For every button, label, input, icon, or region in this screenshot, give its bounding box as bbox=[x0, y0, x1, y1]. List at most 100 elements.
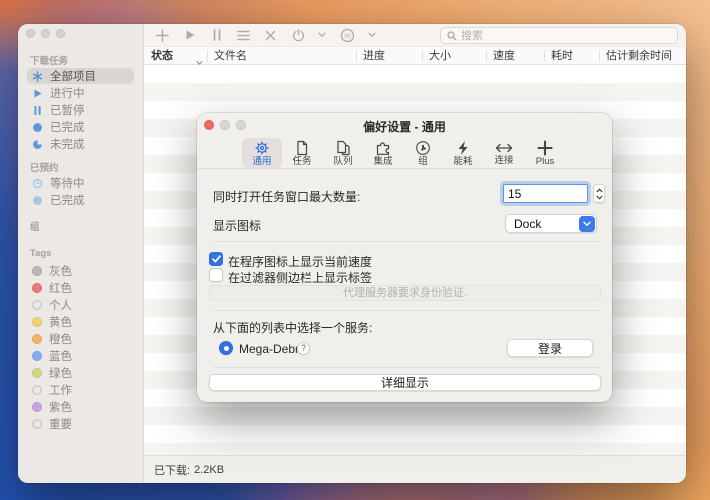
column-eta[interactable]: 估计剩余时间 bbox=[606, 47, 672, 65]
column-elapsed[interactable]: 耗时 bbox=[551, 47, 573, 65]
tag-dot-icon bbox=[32, 300, 42, 310]
sidebar: 下载任务 全部项目 进行中 已暂停 已完成 bbox=[18, 24, 144, 483]
tab-integration[interactable]: 集成 bbox=[363, 138, 403, 168]
service-list-label: 从下面的列表中选择一个服务: bbox=[213, 319, 372, 336]
gear-icon bbox=[254, 140, 270, 156]
detail-display-button[interactable]: 详细显示 bbox=[209, 374, 601, 391]
power-options-button[interactable] bbox=[318, 24, 326, 46]
toolbar: 60 bbox=[144, 24, 686, 46]
downloaded-label: 已下载: bbox=[154, 462, 190, 478]
show-tags-label: 在过滤器侧边栏上显示标签 bbox=[228, 269, 372, 286]
tag-dot-icon bbox=[32, 385, 42, 395]
sidebar-section-downloads: 下载任务 bbox=[27, 55, 134, 68]
puzzle-icon bbox=[375, 140, 392, 156]
tag-dot-icon bbox=[32, 266, 42, 276]
mega-debrid-radio[interactable] bbox=[219, 341, 233, 355]
show-tags-checkbox[interactable] bbox=[209, 268, 223, 282]
max-windows-label: 同时打开任务窗口最大数量: bbox=[213, 188, 360, 205]
column-progress[interactable]: 进度 bbox=[363, 47, 385, 65]
filled-circle-icon bbox=[32, 122, 43, 133]
sidebar-tag-work[interactable]: 工作 bbox=[27, 382, 134, 398]
asterisk-icon bbox=[32, 71, 43, 82]
sidebar-item-in-progress[interactable]: 进行中 bbox=[27, 85, 134, 101]
speed-limit-button[interactable]: 60 bbox=[340, 24, 355, 46]
show-speed-checkbox[interactable] bbox=[209, 252, 223, 266]
checkmark-icon bbox=[212, 255, 221, 263]
sidebar-item-waiting[interactable]: 等待中 bbox=[27, 175, 134, 191]
tab-groups[interactable]: 组 bbox=[403, 138, 443, 168]
sidebar-tag-purple[interactable]: 紫色 bbox=[27, 399, 134, 415]
sidebar-tag-personal[interactable]: 个人 bbox=[27, 297, 134, 313]
column-speed[interactable]: 速度 bbox=[493, 47, 515, 65]
show-icon-popup[interactable]: Dock bbox=[505, 214, 597, 233]
column-status[interactable]: 状态 bbox=[151, 47, 173, 65]
tab-plus[interactable]: Plus bbox=[525, 138, 565, 168]
speed-options-button[interactable] bbox=[368, 24, 376, 46]
bolt-icon bbox=[456, 140, 470, 156]
search-input[interactable] bbox=[461, 30, 671, 42]
zoom-window-button[interactable] bbox=[56, 29, 65, 38]
status-bar: 已下载: 2.2KB bbox=[144, 455, 686, 483]
pause-task-button[interactable] bbox=[212, 24, 222, 46]
sidebar-tag-blue[interactable]: 蓝色 bbox=[27, 348, 134, 364]
column-filename[interactable]: 文件名 bbox=[214, 47, 247, 65]
tab-general[interactable]: 通用 bbox=[242, 138, 282, 168]
sidebar-item-incomplete[interactable]: 未完成 bbox=[27, 136, 134, 152]
start-task-button[interactable] bbox=[184, 24, 196, 46]
login-button[interactable]: 登录 bbox=[507, 339, 593, 357]
sidebar-tag-green[interactable]: 绿色 bbox=[27, 365, 134, 381]
chevron-down-icon bbox=[368, 32, 376, 38]
preferences-dialog: 偏好设置 - 通用 通用 任务 队列 集成 组 bbox=[197, 113, 612, 402]
close-window-button[interactable] bbox=[26, 29, 35, 38]
tag-dot-icon bbox=[32, 368, 42, 378]
sidebar-tag-important[interactable]: 重要 bbox=[27, 416, 134, 432]
help-button[interactable]: ? bbox=[297, 342, 310, 355]
separator bbox=[213, 310, 600, 311]
sidebar-tag-red[interactable]: 红色 bbox=[27, 280, 134, 296]
remove-task-button[interactable] bbox=[265, 24, 276, 46]
column-size[interactable]: 大小 bbox=[429, 47, 451, 65]
play-icon bbox=[32, 88, 43, 99]
tab-tasks[interactable]: 任务 bbox=[282, 138, 322, 168]
tab-energy[interactable]: 能耗 bbox=[443, 138, 483, 168]
plus-icon bbox=[156, 29, 169, 42]
proxy-auth-disabled-field: 代理服务器要求身份验证. bbox=[209, 285, 601, 301]
filled-circle-icon bbox=[32, 195, 43, 206]
tag-dot-icon bbox=[32, 317, 42, 327]
tag-dot-icon bbox=[32, 283, 42, 293]
list-icon bbox=[237, 30, 250, 41]
separator bbox=[213, 241, 600, 242]
sidebar-item-all-items[interactable]: 全部项目 bbox=[27, 68, 134, 84]
chevron-down-icon bbox=[583, 221, 591, 227]
tab-queue[interactable]: 队列 bbox=[323, 138, 363, 168]
max-windows-stepper[interactable] bbox=[593, 184, 605, 203]
desktop-wallpaper: 下载任务 全部项目 进行中 已暂停 已完成 bbox=[0, 0, 710, 500]
power-icon bbox=[292, 29, 305, 42]
search-field[interactable] bbox=[440, 27, 678, 44]
fan-icon bbox=[415, 140, 431, 156]
plus-icon bbox=[537, 140, 553, 156]
sidebar-section-tags: Tags bbox=[27, 247, 134, 260]
sidebar-tag-yellow[interactable]: 黄色 bbox=[27, 314, 134, 330]
pause-icon bbox=[212, 29, 222, 41]
minimize-window-button[interactable] bbox=[41, 29, 50, 38]
play-icon bbox=[184, 29, 196, 41]
queue-button[interactable] bbox=[237, 24, 250, 46]
partial-circle-icon bbox=[32, 139, 43, 150]
sidebar-tag-orange[interactable]: 橙色 bbox=[27, 331, 134, 347]
sidebar-item-completed[interactable]: 已完成 bbox=[27, 119, 134, 135]
tab-connection[interactable]: 连接 bbox=[484, 138, 524, 168]
sidebar-section-scheduled: 已预约 bbox=[27, 162, 134, 175]
add-task-button[interactable] bbox=[156, 24, 169, 46]
chevron-down-icon bbox=[596, 195, 603, 200]
sidebar-item-paused[interactable]: 已暂停 bbox=[27, 102, 134, 118]
document-icon bbox=[294, 140, 310, 156]
max-windows-input[interactable] bbox=[503, 184, 588, 203]
clock-icon bbox=[32, 178, 43, 189]
window-traffic-lights bbox=[26, 29, 65, 38]
sidebar-tag-gray[interactable]: 灰色 bbox=[27, 263, 134, 279]
power-button[interactable] bbox=[292, 24, 305, 46]
sidebar-item-scheduled-completed[interactable]: 已完成 bbox=[27, 192, 134, 208]
svg-text:60: 60 bbox=[344, 33, 350, 39]
popup-button bbox=[579, 216, 595, 232]
